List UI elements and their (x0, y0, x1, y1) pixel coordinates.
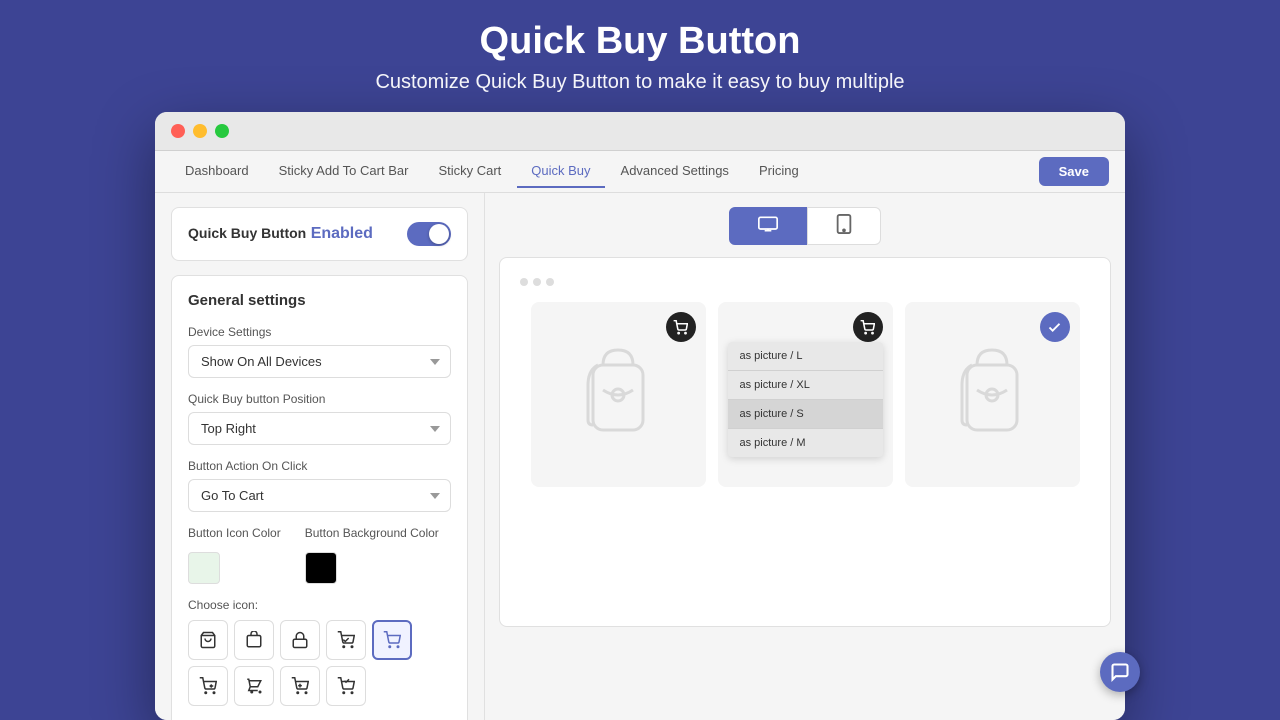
icon-cart-check[interactable] (326, 620, 366, 660)
tab-sticky-cart[interactable]: Sticky Cart (424, 155, 515, 188)
titlebar (155, 112, 1125, 151)
chat-widget[interactable] (1100, 652, 1140, 692)
maximize-button[interactable] (215, 124, 229, 138)
device-settings-label: Device Settings (188, 325, 451, 339)
tab-quick-buy[interactable]: Quick Buy (517, 155, 604, 188)
bg-color-group: Button Background Color (305, 526, 439, 584)
device-settings-select[interactable]: Show On All Devices Desktop Only Mobile … (188, 345, 451, 378)
device-settings-group: Device Settings Show On All Devices Desk… (188, 325, 451, 378)
quick-buy-label: Quick Buy Button Enabled (188, 225, 373, 243)
action-label: Button Action On Click (188, 459, 451, 473)
desktop-view-btn[interactable] (729, 207, 807, 245)
position-group: Quick Buy button Position Top Right Top … (188, 392, 451, 445)
icon-cart-arrow[interactable] (188, 666, 228, 706)
nav-bar: Dashboard Sticky Add To Cart Bar Sticky … (155, 151, 1125, 193)
settings-box: General settings Device Settings Show On… (171, 275, 468, 720)
product-card-1 (531, 302, 706, 487)
position-label: Quick Buy button Position (188, 392, 451, 406)
icon-cart3[interactable] (280, 666, 320, 706)
icon-choice-group: Choose icon: (188, 598, 451, 706)
icon-lock[interactable] (280, 620, 320, 660)
page-title: Quick Buy Button (375, 20, 904, 63)
variant-item-m[interactable]: as picture / M (728, 429, 883, 457)
icon-choice-label: Choose icon: (188, 598, 451, 612)
action-select[interactable]: Go To Cart Open Cart Drawer Add To Cart (188, 479, 451, 512)
bg-color-label: Button Background Color (305, 526, 439, 540)
left-panel: Quick Buy Button Enabled General setting… (155, 193, 485, 720)
check-badge-3[interactable] (1040, 312, 1070, 342)
settings-title: General settings (188, 292, 451, 309)
icon-cart2[interactable] (234, 666, 274, 706)
icon-bag[interactable] (188, 620, 228, 660)
icon-cart-selected[interactable] (372, 620, 412, 660)
variant-item-s[interactable]: as picture / S (728, 400, 883, 429)
icon-grid (188, 620, 451, 706)
tab-advanced-settings[interactable]: Advanced Settings (607, 155, 743, 188)
icon-cart4[interactable] (326, 666, 366, 706)
tab-dashboard[interactable]: Dashboard (171, 155, 263, 188)
variant-dropdown: as picture / L as picture / XL as pictur… (728, 342, 883, 457)
variant-item-l[interactable]: as picture / L (728, 342, 883, 371)
position-select[interactable]: Top Right Top Left Bottom Right Bottom L… (188, 412, 451, 445)
action-group: Button Action On Click Go To Cart Open C… (188, 459, 451, 512)
icon-bag2[interactable] (234, 620, 274, 660)
cart-badge-2[interactable] (853, 312, 883, 342)
preview-area: as picture / L as picture / XL as pictur… (499, 257, 1111, 627)
nav-tabs: Dashboard Sticky Add To Cart Bar Sticky … (171, 155, 1039, 188)
minimize-button[interactable] (193, 124, 207, 138)
dot1 (520, 278, 528, 286)
variant-item-xl[interactable]: as picture / XL (728, 371, 883, 400)
preview-dots (520, 278, 1090, 286)
icon-color-label: Button Icon Color (188, 526, 281, 540)
product-card-2: as picture / L as picture / XL as pictur… (718, 302, 893, 487)
dot3 (546, 278, 554, 286)
product-grid: as picture / L as picture / XL as pictur… (520, 302, 1090, 487)
icon-color-group: Button Icon Color (188, 526, 281, 584)
tab-sticky-add-to-cart-bar[interactable]: Sticky Add To Cart Bar (265, 155, 423, 188)
quick-buy-toggle-header: Quick Buy Button Enabled (171, 207, 468, 261)
cart-badge-1[interactable] (666, 312, 696, 342)
page-subtitle: Customize Quick Buy Button to make it ea… (375, 71, 904, 94)
save-button[interactable]: Save (1039, 157, 1109, 186)
right-panel: as picture / L as picture / XL as pictur… (485, 193, 1125, 720)
close-button[interactable] (171, 124, 185, 138)
tab-pricing[interactable]: Pricing (745, 155, 813, 188)
product-card-3 (905, 302, 1080, 487)
enable-toggle[interactable] (407, 222, 451, 246)
bg-color-swatch[interactable] (305, 552, 337, 584)
page-header: Quick Buy Button Customize Quick Buy But… (375, 20, 904, 94)
mac-window: Dashboard Sticky Add To Cart Bar Sticky … (155, 112, 1125, 720)
dot2 (533, 278, 541, 286)
view-toggle (499, 207, 1111, 245)
color-row: Button Icon Color Button Background Colo… (188, 526, 451, 584)
main-content: Quick Buy Button Enabled General setting… (155, 193, 1125, 720)
icon-color-swatch[interactable] (188, 552, 220, 584)
tablet-view-btn[interactable] (807, 207, 881, 245)
